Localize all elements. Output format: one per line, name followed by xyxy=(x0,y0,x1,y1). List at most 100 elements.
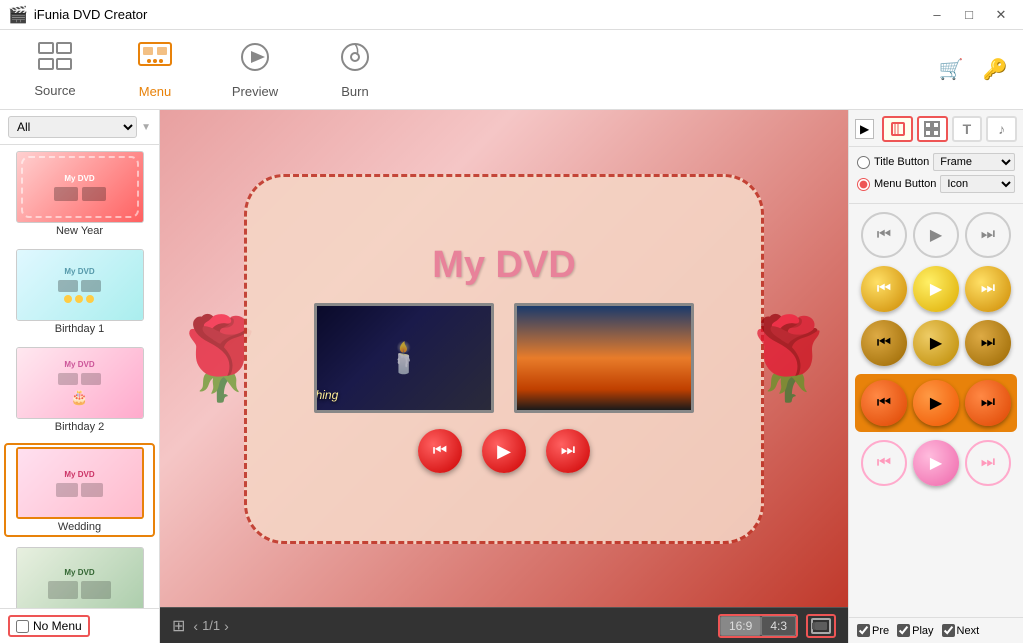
play-button[interactable]: ▶ xyxy=(482,429,526,473)
no-menu-label[interactable]: No Menu xyxy=(33,619,82,633)
maximize-button[interactable]: □ xyxy=(955,5,983,25)
sidebar-list: My DVD New Year My DVD xyxy=(0,145,159,608)
pre-checkbox[interactable] xyxy=(857,624,870,637)
close-button[interactable]: ✕ xyxy=(987,5,1015,25)
video-thumb-1[interactable]: 🕯️ Wishing xyxy=(314,303,494,413)
sidebar-item-5[interactable]: My DVD xyxy=(4,545,155,608)
next-checkbox-label[interactable]: Next xyxy=(942,624,980,637)
btn-play-yellow[interactable]: ▶ xyxy=(913,266,959,312)
dvd-card: My DVD 🕯️ Wishing xyxy=(244,174,764,544)
category-select[interactable]: All New Year Birthday Wedding xyxy=(8,116,137,138)
btn-play-outline[interactable]: ▶ xyxy=(913,212,959,258)
tab-music[interactable]: ♪ xyxy=(986,116,1017,142)
toolbar-preview[interactable]: Preview xyxy=(210,35,300,105)
page-indicator: 1/1 xyxy=(202,618,220,633)
no-menu-checkbox[interactable] xyxy=(16,620,29,633)
tab-text[interactable]: T xyxy=(952,116,983,142)
btn-row-1: ⏮ ▶ ⏭ xyxy=(855,212,1017,258)
menu-button-select[interactable]: Icon Style 1 xyxy=(940,175,1015,193)
app-icon: 🎬 xyxy=(8,5,28,25)
minimize-button[interactable]: – xyxy=(923,5,951,25)
preview-icon xyxy=(237,41,273,80)
titlebar: 🎬 iFunia DVD Creator – □ ✕ xyxy=(0,0,1023,30)
page-nav: ‹ 1/1 › xyxy=(193,618,228,634)
title-button-row: Title Button Frame Style 1 xyxy=(857,153,1015,171)
birthday2-thumb: My DVD 🎂 xyxy=(16,347,144,419)
collapse-button[interactable]: ▶ xyxy=(855,119,874,139)
preview-label: Preview xyxy=(232,84,278,99)
cart-button[interactable]: 🛒 xyxy=(933,52,969,88)
prev-page-button[interactable]: ‹ xyxy=(193,618,198,634)
btn-prev-pink[interactable]: ⏮ xyxy=(861,440,907,486)
key-button[interactable]: 🔑 xyxy=(977,52,1013,88)
ratio-16-9-button[interactable]: 16:9 xyxy=(720,616,761,636)
play-checkbox[interactable] xyxy=(897,624,910,637)
aspect-ratio-group: 16:9 4:3 xyxy=(718,614,798,638)
button-grid: ⏮ ▶ ⏭ ⏮ ▶ ⏭ ⏮ ▶ ⏭ ⏮ ▶ ⏭ xyxy=(849,204,1023,617)
preview-area: My DVD 🕯️ Wishing xyxy=(160,110,848,607)
control-row: ⏮ ▶ ⏭ xyxy=(418,429,590,473)
video-thumb-2[interactable] xyxy=(514,303,694,413)
title-button-select[interactable]: Frame Style 1 xyxy=(933,153,1015,171)
btn-prev-orange[interactable]: ⏮ xyxy=(861,380,907,426)
right-options: Title Button Frame Style 1 Menu Button I… xyxy=(849,147,1023,204)
play-label: Play xyxy=(912,625,933,637)
app-title: iFunia DVD Creator xyxy=(34,7,147,22)
center-area: My DVD 🕯️ Wishing xyxy=(160,110,848,643)
birthday1-label: Birthday 1 xyxy=(55,323,105,335)
btn-next-yellow[interactable]: ⏭ xyxy=(965,266,1011,312)
source-label: Source xyxy=(34,83,75,98)
pre-checkbox-label[interactable]: Pre xyxy=(857,624,889,637)
sidebar-footer: No Menu xyxy=(0,608,159,643)
ratio-4-3-button[interactable]: 4:3 xyxy=(761,616,796,636)
main-area: All New Year Birthday Wedding ▼ My DVD xyxy=(0,110,1023,643)
next-checkbox[interactable] xyxy=(942,624,955,637)
newyear-label: New Year xyxy=(56,225,103,237)
btn-next-gold[interactable]: ⏭ xyxy=(965,320,1011,366)
tab-brush[interactable] xyxy=(882,116,913,142)
menu-button-label[interactable]: Menu Button xyxy=(874,178,936,190)
btn-prev-yellow[interactable]: ⏮ xyxy=(861,266,907,312)
btn-prev-gold[interactable]: ⏮ xyxy=(861,320,907,366)
title-button-label[interactable]: Title Button xyxy=(874,156,929,168)
preview-background: My DVD 🕯️ Wishing xyxy=(160,110,848,607)
aspect-icon[interactable] xyxy=(806,614,836,638)
btn-row-4: ⏮ ▶ ⏭ xyxy=(855,374,1017,432)
card-content: My DVD 🕯️ Wishing xyxy=(314,244,694,473)
prev-button[interactable]: ⏮ xyxy=(418,429,462,473)
toolbar-menu[interactable]: Menu xyxy=(110,35,200,105)
next-page-button[interactable]: › xyxy=(224,618,229,634)
menu-button-radio[interactable] xyxy=(857,178,870,191)
wedding-thumb: My DVD xyxy=(16,447,144,519)
sidebar-item-birthday1[interactable]: My DVD Birthda xyxy=(4,247,155,337)
source-icon xyxy=(37,41,73,79)
btn-play-gold[interactable]: ▶ xyxy=(913,320,959,366)
right-panel: ▶ T ♪ Title Button Frame Style 1 Menu xyxy=(848,110,1023,643)
sidebar-item-newyear[interactable]: My DVD New Year xyxy=(4,149,155,239)
play-checkbox-label[interactable]: Play xyxy=(897,624,933,637)
btn-next-orange[interactable]: ⏭ xyxy=(965,380,1011,426)
sidebar-scroll-indicator: ▼ xyxy=(141,122,151,133)
title-button-radio[interactable] xyxy=(857,156,870,169)
btn-next-outline[interactable]: ⏭ xyxy=(965,212,1011,258)
menu-icon xyxy=(137,41,173,80)
tab-grid[interactable] xyxy=(917,116,948,142)
fit-screen-icon[interactable]: ⊞ xyxy=(172,616,185,636)
btn-next-pink[interactable]: ⏭ xyxy=(965,440,1011,486)
toolbar-source[interactable]: Source xyxy=(10,35,100,105)
next-button[interactable]: ⏭ xyxy=(546,429,590,473)
menu-button-row: Menu Button Icon Style 1 xyxy=(857,175,1015,193)
right-footer: Pre Play Next xyxy=(849,617,1023,643)
sidebar-item-wedding[interactable]: My DVD Wedding xyxy=(4,443,155,537)
btn-play-pink[interactable]: ▶ xyxy=(913,440,959,486)
btn-row-3: ⏮ ▶ ⏭ xyxy=(855,320,1017,366)
toolbar-burn[interactable]: Burn xyxy=(310,35,400,105)
toolbar: Source Menu Preview Burn 🛒 🔑 xyxy=(0,30,1023,110)
btn-play-orange[interactable]: ▶ xyxy=(913,380,959,426)
btn-prev-outline[interactable]: ⏮ xyxy=(861,212,907,258)
dvd-title: My DVD xyxy=(432,244,576,287)
item5-thumb: My DVD xyxy=(16,547,144,608)
sidebar-item-birthday2[interactable]: My DVD 🎂 Birthday 2 xyxy=(4,345,155,435)
btn-row-5: ⏮ ▶ ⏭ xyxy=(855,440,1017,486)
burn-icon xyxy=(337,41,373,80)
